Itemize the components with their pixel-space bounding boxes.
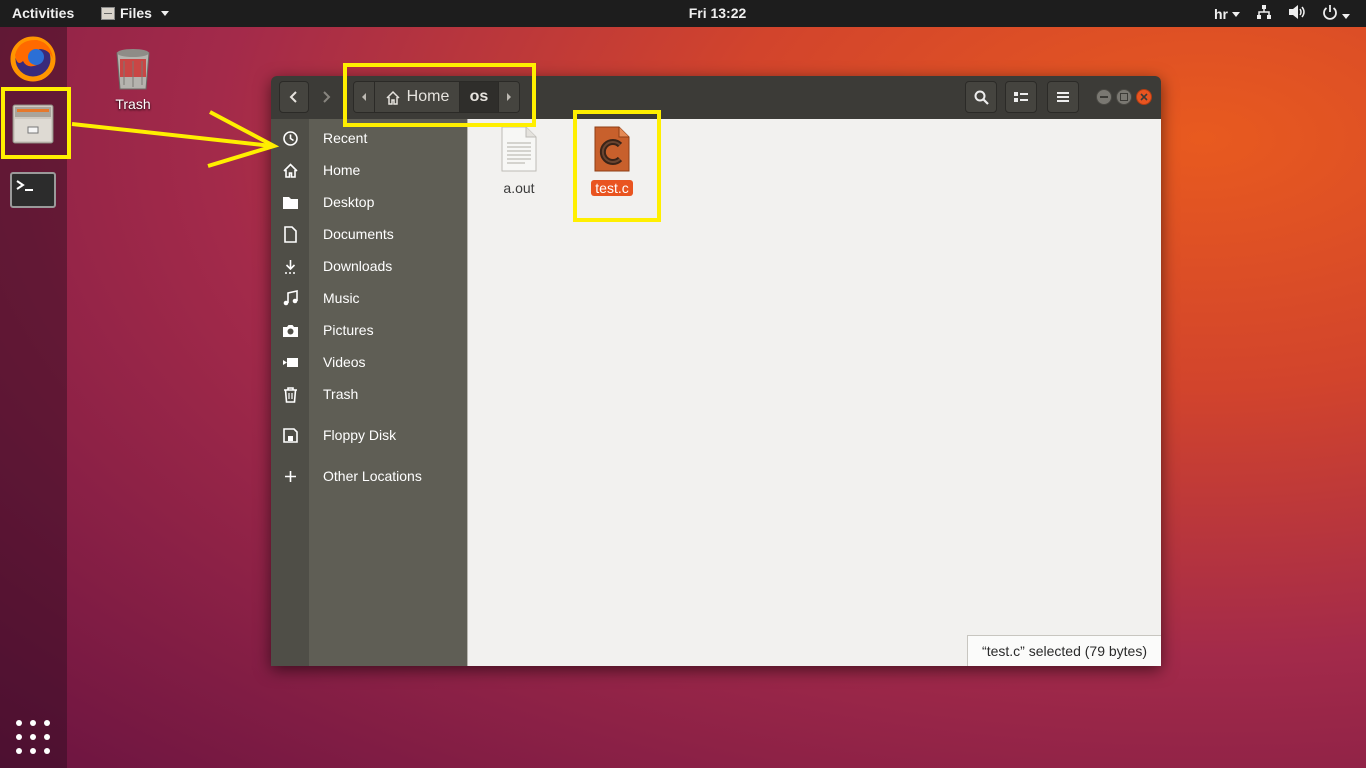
terminal-icon[interactable] — [9, 167, 57, 215]
sidebar-item-label: Music — [323, 290, 360, 306]
sidebar-item-label: Other Locations — [323, 468, 422, 484]
clock-icon — [283, 131, 298, 146]
sidebar-item-floppy-disk[interactable]: Floppy Disk — [271, 419, 467, 451]
chevron-down-icon — [1232, 12, 1240, 18]
sidebar-item-label: Downloads — [323, 258, 393, 274]
annotation-box-test-c — [573, 110, 661, 222]
places-sidebar: Recent Home Desktop Documents Downloads … — [271, 119, 467, 666]
file-item[interactable]: a.out — [479, 125, 559, 196]
show-applications-icon[interactable] — [16, 720, 50, 754]
sidebar-separator — [271, 413, 467, 414]
files-icon[interactable] — [9, 99, 57, 147]
sidebar-item-videos[interactable]: Videos — [271, 346, 467, 378]
file-view[interactable]: a.out test.c “test.c” selected (79 bytes… — [468, 119, 1161, 666]
power-icon — [1323, 5, 1337, 20]
sidebar-item-label: Home — [323, 162, 361, 178]
back-button[interactable] — [279, 81, 309, 113]
home-icon — [283, 163, 298, 178]
document-icon — [284, 226, 297, 243]
chevron-left-icon — [289, 91, 297, 103]
download-icon — [285, 260, 296, 274]
sidebar-item-label: Videos — [323, 354, 366, 370]
maximize-button[interactable] — [1116, 89, 1132, 105]
clock[interactable]: Fri 13:22 — [0, 5, 1366, 21]
sidebar-item-label: Desktop — [323, 194, 375, 210]
hamburger-icon — [1057, 92, 1069, 102]
camera-icon — [283, 325, 298, 337]
sidebar-item-label: Recent — [323, 130, 368, 146]
desktop-trash-label: Trash — [115, 96, 151, 112]
sidebar-item-label: Pictures — [323, 322, 374, 338]
music-icon — [283, 290, 298, 306]
menu-button[interactable] — [1047, 81, 1079, 113]
top-bar: Activities Files Fri 13:22 hr — [0, 0, 1366, 27]
network-icon[interactable] — [1256, 4, 1272, 23]
generic-file-icon — [501, 126, 537, 172]
power-menu[interactable] — [1322, 4, 1350, 23]
sidebar-item-downloads[interactable]: Downloads — [271, 250, 467, 282]
sidebar-item-documents[interactable]: Documents — [271, 218, 467, 250]
sidebar-item-label: Floppy Disk — [323, 427, 397, 443]
annotation-box-pathbar — [343, 63, 536, 127]
firefox-icon[interactable] — [9, 35, 57, 83]
search-icon — [974, 90, 989, 105]
chevron-right-icon — [323, 91, 331, 103]
chevron-down-icon — [1342, 13, 1350, 19]
maximize-icon — [1120, 93, 1128, 101]
sidebar-item-trash[interactable]: Trash — [271, 378, 467, 410]
desktop-trash[interactable]: Trash — [98, 45, 168, 112]
view-toggle-button[interactable] — [1005, 81, 1037, 113]
file-name: a.out — [503, 180, 535, 196]
dock — [0, 27, 71, 768]
sidebar-item-music[interactable]: Music — [271, 282, 467, 314]
volume-icon[interactable] — [1288, 4, 1306, 23]
sidebar-item-desktop[interactable]: Desktop — [271, 186, 467, 218]
close-icon — [1140, 93, 1148, 101]
minimize-icon — [1100, 96, 1108, 98]
sidebar-item-label: Trash — [323, 386, 359, 402]
system-tray: hr — [1214, 4, 1350, 23]
close-button[interactable] — [1136, 89, 1152, 105]
trash-icon — [284, 387, 297, 403]
user-menu[interactable]: hr — [1214, 6, 1240, 22]
sidebar-item-pictures[interactable]: Pictures — [271, 314, 467, 346]
trash-icon — [116, 49, 150, 90]
floppy-icon — [283, 428, 298, 443]
status-overlay: “test.c” selected (79 bytes) — [967, 635, 1161, 666]
search-button[interactable] — [965, 81, 997, 113]
user-label: hr — [1214, 5, 1228, 22]
video-icon — [283, 358, 298, 367]
sidebar-item-other-locations[interactable]: Other Locations — [271, 460, 467, 492]
files-window: Home os Recent Home Desktop Documents Do… — [271, 76, 1161, 666]
forward-button[interactable] — [311, 81, 341, 113]
minimize-button[interactable] — [1096, 89, 1112, 105]
list-view-icon — [1014, 92, 1028, 102]
folder-icon — [283, 197, 298, 209]
sidebar-item-home[interactable]: Home — [271, 154, 467, 186]
plus-icon — [285, 471, 296, 482]
sidebar-item-label: Documents — [323, 226, 394, 242]
